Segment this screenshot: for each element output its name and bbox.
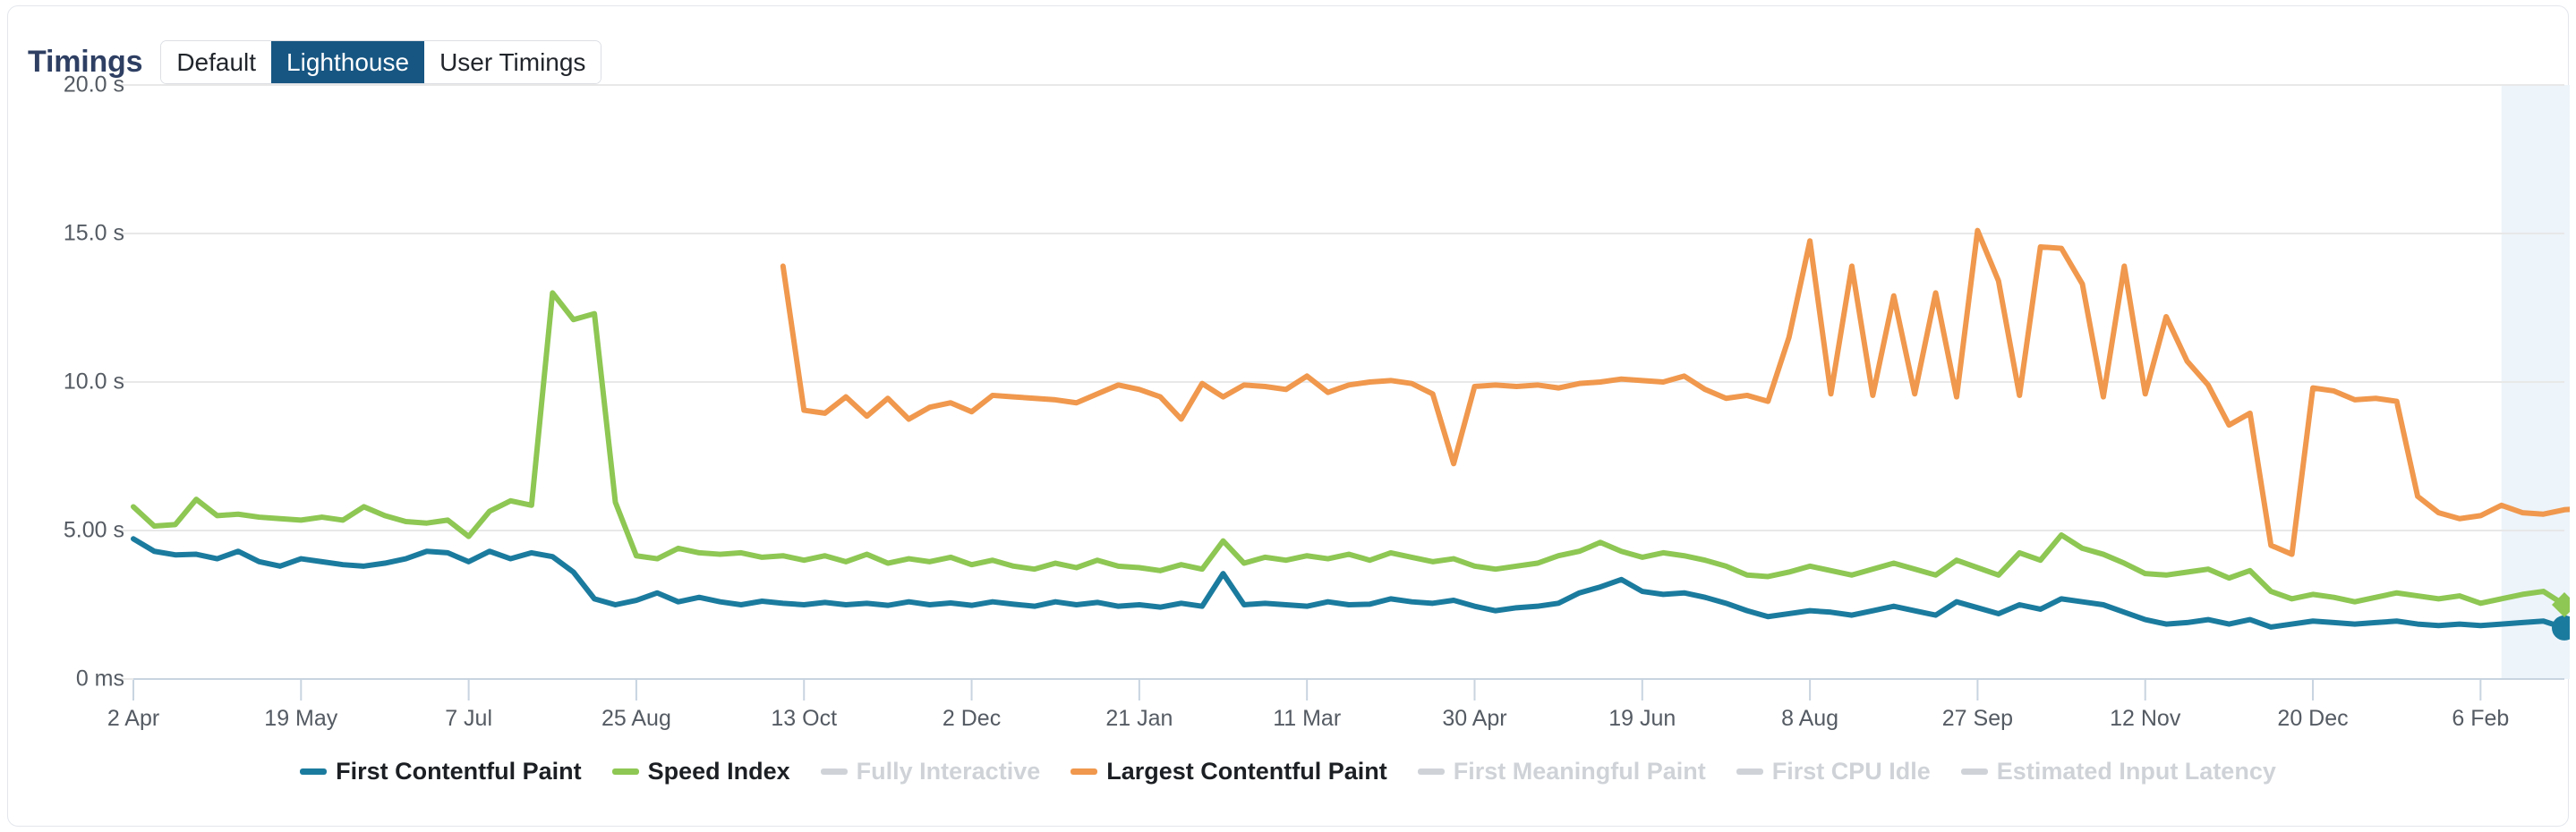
legend-label: First Contentful Paint	[336, 758, 581, 785]
legend-label: Largest Contentful Paint	[1106, 758, 1387, 785]
legend-swatch-icon	[300, 768, 327, 775]
series-line-speed-index	[133, 293, 2564, 605]
legend-swatch-icon	[821, 768, 848, 775]
legend-label: Speed Index	[648, 758, 790, 785]
tab-default[interactable]: Default	[161, 41, 271, 83]
legend-swatch-icon	[1070, 768, 1097, 775]
timings-chart: 0 ms5.00 s10.0 s15.0 s20.0 s 2 Apr19 May…	[8, 6, 2570, 828]
x-axis-label: 20 Dec	[2277, 706, 2348, 732]
x-axis-label: 21 Jan	[1105, 706, 1173, 732]
chart-canvas	[8, 6, 2570, 828]
legend-label: Estimated Input Latency	[1997, 758, 2276, 785]
highlight-band	[2502, 85, 2570, 679]
x-axis-label: 12 Nov	[2110, 706, 2180, 732]
tab-user-timings[interactable]: User Timings	[424, 41, 601, 83]
legend-swatch-icon	[612, 768, 639, 775]
tab-lighthouse[interactable]: Lighthouse	[271, 41, 424, 83]
x-axis-label: 19 Jun	[1608, 706, 1676, 732]
series-line-first-contentful-paint	[133, 539, 2564, 628]
x-axis-label: 8 Aug	[1781, 706, 1838, 732]
page-title: Timings	[28, 45, 142, 80]
legend-swatch-icon	[1961, 768, 1988, 775]
legend-item-first-contentful-paint[interactable]: First Contentful Paint	[300, 758, 581, 785]
x-axis-label: 13 Oct	[771, 706, 837, 732]
x-axis-label: 11 Mar	[1273, 706, 1341, 732]
panel-header: Timings Default Lighthouse User Timings	[28, 40, 601, 84]
y-axis-label: 15.0 s	[8, 221, 124, 247]
legend-item-largest-contentful-paint[interactable]: Largest Contentful Paint	[1070, 758, 1387, 785]
legend-swatch-icon	[1418, 768, 1445, 775]
y-axis-label: 5.00 s	[8, 518, 124, 544]
x-axis-label: 27 Sep	[1942, 706, 2013, 732]
x-axis-label: 30 Apr	[1442, 706, 1506, 732]
chart-legend[interactable]: First Contentful Paint Speed Index Fully I…	[8, 758, 2568, 785]
timings-card: Timings Default Lighthouse User Timings …	[7, 5, 2569, 827]
legend-item-estimated-input-latency[interactable]: Estimated Input Latency	[1961, 758, 2276, 785]
legend-label: Fully Interactive	[857, 758, 1041, 785]
x-axis-label: 7 Jul	[445, 706, 492, 732]
series-end-marker-first-contentful-paint	[2552, 616, 2570, 641]
legend-item-speed-index[interactable]: Speed Index	[612, 758, 790, 785]
x-axis-label: 25 Aug	[601, 706, 671, 732]
x-axis-label: 19 May	[264, 706, 337, 732]
series-end-marker-speed-index	[2552, 592, 2570, 617]
x-axis-label: 2 Apr	[107, 706, 159, 732]
timings-panel-root: Timings Default Lighthouse User Timings …	[0, 0, 2576, 832]
y-axis-label: 10.0 s	[8, 369, 124, 395]
legend-item-first-meaningful-paint[interactable]: First Meaningful Paint	[1418, 758, 1706, 785]
legend-item-first-cpu-idle[interactable]: First CPU Idle	[1736, 758, 1931, 785]
y-axis-label: 0 ms	[8, 666, 124, 692]
timings-mode-tabs[interactable]: Default Lighthouse User Timings	[160, 40, 601, 84]
x-axis-label: 2 Dec	[943, 706, 1001, 732]
legend-label: First CPU Idle	[1772, 758, 1931, 785]
legend-label: First Meaningful Paint	[1454, 758, 1706, 785]
legend-item-fully-interactive[interactable]: Fully Interactive	[821, 758, 1041, 785]
x-axis-label: 6 Feb	[2452, 706, 2509, 732]
series-line-largest-contentful-paint	[783, 231, 2570, 555]
legend-swatch-icon	[1736, 768, 1763, 775]
